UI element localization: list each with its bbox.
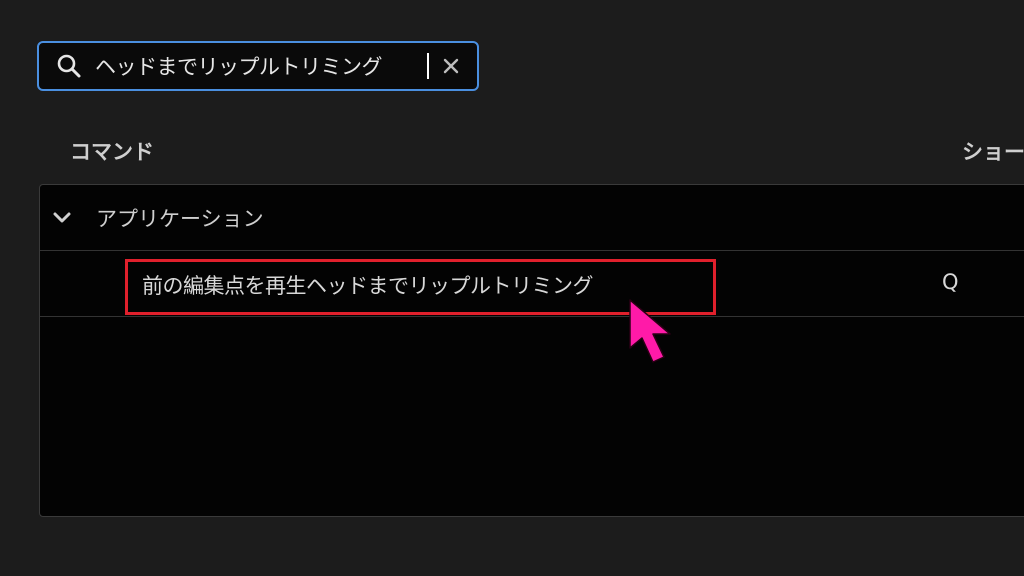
column-header-shortcut[interactable]: ショー bbox=[962, 136, 1024, 166]
pointer-cursor-icon bbox=[629, 299, 671, 363]
chevron-down-icon[interactable] bbox=[52, 208, 72, 228]
group-label: アプリケーション bbox=[96, 206, 264, 231]
commands-table: アプリケーション 前の編集点を再生ヘッドまでリップルトリミング Q bbox=[39, 184, 1024, 517]
search-icon bbox=[55, 52, 83, 80]
group-row-application[interactable]: アプリケーション bbox=[40, 185, 1024, 251]
search-box[interactable] bbox=[37, 41, 479, 91]
column-header-command[interactable]: コマンド bbox=[70, 136, 154, 166]
keyboard-shortcuts-panel: コマンド ショー アプリケーション 前の編集点を再生ヘッドまでリップルトリミング… bbox=[0, 0, 1024, 576]
shortcut-key[interactable]: Q bbox=[942, 270, 959, 294]
close-icon[interactable] bbox=[439, 54, 463, 78]
text-caret bbox=[427, 53, 429, 79]
search-input[interactable] bbox=[95, 43, 435, 89]
